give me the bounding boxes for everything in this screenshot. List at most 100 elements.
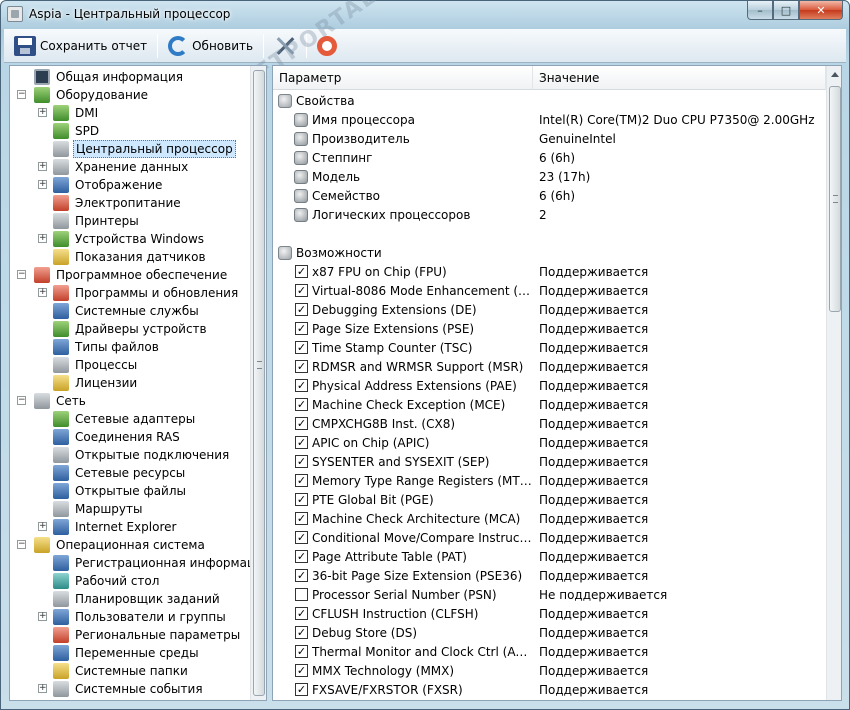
tree-item[interactable]: Показания датчиков	[53, 248, 208, 266]
tree-item[interactable]: Сетевые адаптеры	[53, 410, 197, 428]
tree-item[interactable]: + Internet Explorer	[38, 518, 178, 536]
tree-item[interactable]: − Сеть	[17, 392, 88, 410]
details-scrollbar[interactable]	[826, 66, 841, 700]
property-row[interactable]: Модель 23 (17h)	[273, 168, 826, 187]
save-report-button[interactable]: Сохранить отчет	[10, 33, 151, 59]
tree-item[interactable]: Открытые файлы	[53, 482, 188, 500]
details-scrollbar-thumb[interactable]	[829, 86, 841, 312]
feature-row[interactable]: ✓ Machine Check Exception (MCE) Поддержива…	[273, 396, 826, 415]
tree-item[interactable]: Драйверы устройств	[53, 320, 209, 338]
title-bar[interactable]: Aspia - Центральный процессор – □ ✕	[1, 1, 849, 29]
collapse-icon[interactable]: −	[17, 90, 26, 99]
feature-row[interactable]: ✓ MMX Technology (MMX) Поддерживается	[273, 662, 826, 681]
feature-row[interactable]: ✓ FXSAVE/FXRSTOR (FXSR) Поддерживается	[273, 681, 826, 700]
tree-item[interactable]: Маршруты	[53, 500, 145, 518]
tree-scrollbar[interactable]	[250, 66, 266, 700]
feature-row[interactable]: ✓ Memory Type Range Registers (MTRR) Подде…	[273, 472, 826, 491]
tree-item[interactable]: + Устройства Windows	[38, 230, 206, 248]
expand-icon[interactable]: +	[38, 162, 47, 171]
property-row[interactable]: Семейство 6 (6h)	[273, 187, 826, 206]
section-header[interactable]: Свойства	[273, 92, 826, 111]
property-row[interactable]: Производитель GenuineIntel	[273, 130, 826, 149]
tree-item[interactable]: + Отображение	[38, 176, 164, 194]
tree-item[interactable]: Соединения RAS	[53, 428, 182, 446]
settings-button[interactable]	[270, 33, 300, 59]
tree-item[interactable]: Планировщик заданий	[53, 590, 222, 608]
feature-row[interactable]: ✓ PTE Global Bit (PGE) Поддерживается	[273, 491, 826, 510]
feature-row[interactable]: ✓ CMPXCHG8B Inst. (CX8) Поддерживается	[273, 415, 826, 434]
scroll-up-arrow-icon[interactable]	[831, 72, 839, 77]
tree-item[interactable]: + Программы и обновления	[38, 284, 240, 302]
feature-row[interactable]: ✓ Machine Check Architecture (MCA) Поддерж…	[273, 510, 826, 529]
tree-item[interactable]: − Операционная система	[17, 536, 207, 554]
feature-row[interactable]: ✓ Conditional Move/Compare Instruction...…	[273, 529, 826, 548]
feature-row[interactable]: ✓ Page Attribute Table (PAT) Поддерживаетс…	[273, 548, 826, 567]
tree-scrollbar-thumb[interactable]	[253, 70, 265, 696]
tree-item[interactable]: − Оборудование	[17, 86, 150, 104]
checkbox-checked-icon: ✓	[295, 645, 308, 658]
property-icon	[294, 113, 308, 127]
expand-icon[interactable]: +	[38, 612, 47, 621]
tree-item[interactable]: − Программное обеспечение	[17, 266, 229, 284]
tree-item[interactable]: Электропитание	[53, 194, 183, 212]
expand-icon[interactable]: +	[38, 180, 47, 189]
tree-item-label: Системные службы	[75, 304, 199, 318]
feature-row[interactable]: ✓ CFLUSH Instruction (CLFSH) Поддерживаетс…	[273, 605, 826, 624]
tree-item[interactable]: Рабочий стол	[53, 572, 161, 590]
tree-item[interactable]: Процессы	[53, 356, 139, 374]
expand-icon[interactable]: +	[38, 108, 47, 117]
property-row[interactable]: Степпинг 6 (6h)	[273, 149, 826, 168]
close-button[interactable]: ✕	[799, 1, 843, 20]
tree-item[interactable]: Системные службы	[53, 302, 201, 320]
tree-item[interactable]: Региональные параметры	[53, 626, 242, 644]
feature-row[interactable]: ✓ Physical Address Extensions (PAE) Поддер…	[273, 377, 826, 396]
tree-item[interactable]: + Системные события	[38, 680, 205, 698]
expand-icon[interactable]: +	[38, 288, 47, 297]
tree-item[interactable]: Общая информация	[34, 68, 185, 86]
property-row[interactable]: Имя процессора Intel(R) Core(TM)2 Duo CPU…	[273, 111, 826, 130]
tree-item[interactable]: Принтеры	[53, 212, 141, 230]
feature-row[interactable]: Processor Serial Number (PSN) Не поддержи…	[273, 586, 826, 605]
feature-row[interactable]: ✓ x87 FPU on Chip (FPU) Поддерживается	[273, 263, 826, 282]
tree-item[interactable]: Типы файлов	[53, 338, 161, 356]
expand-icon[interactable]: +	[38, 684, 47, 693]
tree-item[interactable]: Сетевые ресурсы	[53, 464, 187, 482]
collapse-icon[interactable]: −	[17, 396, 26, 405]
minimize-button[interactable]: –	[747, 1, 773, 20]
help-button[interactable]	[313, 33, 341, 59]
collapse-icon[interactable]: −	[17, 270, 26, 279]
expand-icon[interactable]: +	[38, 234, 47, 243]
feature-row[interactable]: ✓ SYSENTER and SYSEXIT (SEP) Поддерживаетс…	[273, 453, 826, 472]
feature-row[interactable]: ✓ APIC on Chip (APIC) Поддерживается	[273, 434, 826, 453]
feature-row[interactable]: ✓ Time Stamp Counter (TSC) Поддерживается	[273, 339, 826, 358]
tree-item[interactable]: + DMI	[38, 104, 100, 122]
refresh-button[interactable]: Обновить	[164, 33, 257, 59]
property-row[interactable]: Логических процессоров 2	[273, 206, 826, 225]
save-icon	[14, 35, 36, 56]
tree-item[interactable]: + Пользователи и группы	[38, 608, 228, 626]
feature-row[interactable]: ✓ Thermal Monitor and Clock Ctrl (ACPI) По…	[273, 643, 826, 662]
checkbox-checked-icon: ✓	[295, 436, 308, 449]
section-header[interactable]: Возможности	[273, 244, 826, 263]
feature-row[interactable]: ✓ RDMSR and WRMSR Support (MSR) Поддержива…	[273, 358, 826, 377]
column-header-value[interactable]: Значение	[533, 66, 826, 90]
feature-row[interactable]: ✓ Page Size Extensions (PSE) Поддерживаетс…	[273, 320, 826, 339]
network-icon	[34, 393, 50, 409]
tree-item[interactable]: SPD	[53, 122, 101, 140]
feature-support-value: Поддерживается	[539, 531, 649, 545]
tree-item[interactable]: Открытые подключения	[53, 446, 231, 464]
collapse-icon[interactable]: −	[17, 540, 26, 549]
maximize-button[interactable]: □	[773, 1, 799, 20]
tree-item[interactable]: + Хранение данных	[38, 158, 190, 176]
column-header-param[interactable]: Параметр	[273, 66, 533, 90]
expand-icon[interactable]: +	[38, 522, 47, 531]
tree-item[interactable]: Регистрационная информация	[53, 554, 266, 572]
tree-item[interactable]: Системные папки	[53, 662, 190, 680]
feature-row[interactable]: ✓ 36-bit Page Size Extension (PSE36) Подде…	[273, 567, 826, 586]
feature-row[interactable]: ✓ Debugging Extensions (DE) Поддерживается	[273, 301, 826, 320]
tree-item[interactable]: Центральный процессор	[53, 140, 236, 158]
tree-item[interactable]: Переменные среды	[53, 644, 201, 662]
feature-row[interactable]: ✓ Debug Store (DS) Поддерживается	[273, 624, 826, 643]
feature-row[interactable]: ✓ Virtual-8086 Mode Enhancement (VME) Подд…	[273, 282, 826, 301]
tree-item[interactable]: Лицензии	[53, 374, 139, 392]
